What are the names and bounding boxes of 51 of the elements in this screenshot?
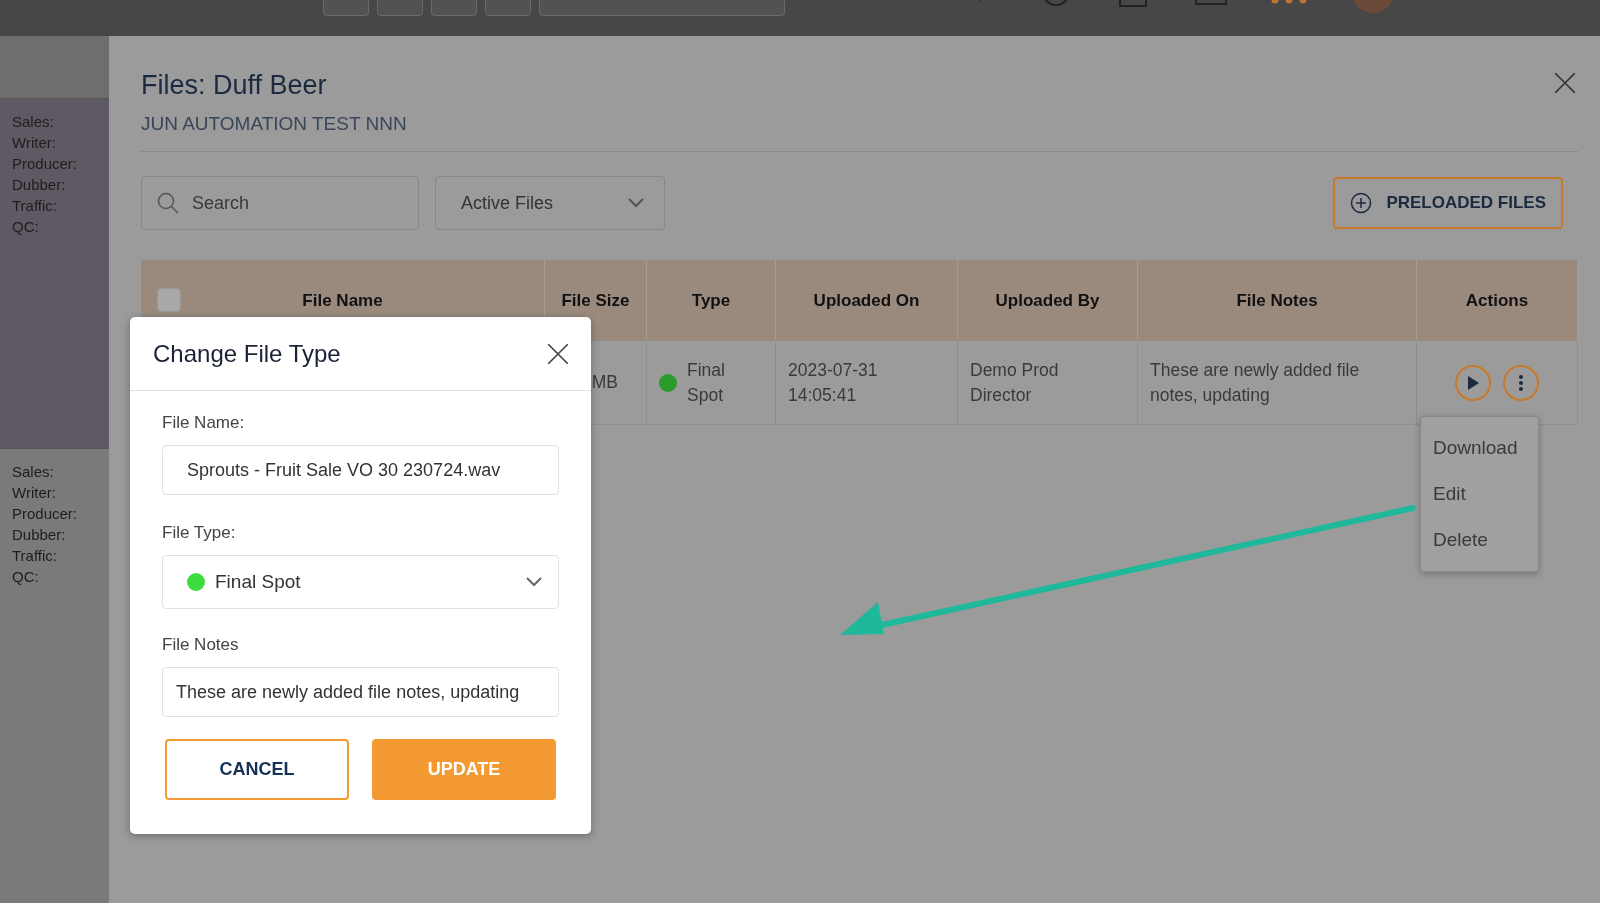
role-label: Producer: (12, 154, 79, 174)
menu-item[interactable]: Edit (1421, 471, 1538, 517)
play-icon (1466, 374, 1480, 391)
field-label: File Notes (162, 635, 240, 655)
role-label: QC: (12, 567, 40, 587)
column-header-text: File Notes (1236, 290, 1318, 311)
dialog-title: Change File Type (153, 339, 341, 368)
file-filter-dropdown[interactable]: Active Files (435, 176, 665, 230)
field-label: File Name: (162, 413, 246, 433)
text-field[interactable]: Sprouts - Fruit Sale VO 30 230724.wav (162, 445, 559, 495)
column-header-text: File Size (561, 290, 630, 311)
cancel-button[interactable]: CANCEL (165, 739, 349, 800)
role-label: QC: (12, 217, 40, 237)
file-notes-text: These are newly added file notes, updating (1150, 358, 1361, 407)
column-header-text: Actions (1465, 290, 1529, 311)
field-label: File Type: (162, 523, 237, 543)
role-label: Writer: (12, 483, 57, 503)
vertical-dots-icon (1519, 374, 1523, 391)
panel-title: Files: Duff Beer (141, 70, 328, 101)
text-field[interactable]: These are newly added file notes, updating (162, 667, 559, 717)
close-button[interactable] (1552, 70, 1578, 96)
search-icon (157, 192, 179, 214)
role-label: Writer: (12, 133, 57, 153)
role-label: Traffic: (12, 546, 58, 566)
chevron-down-icon (628, 198, 644, 208)
role-label: Producer: (12, 504, 79, 524)
column-header-text: Uploaded On (813, 290, 920, 311)
menu-item[interactable]: Delete (1421, 517, 1538, 563)
close-icon (1552, 70, 1578, 96)
plus-circle-icon (1350, 192, 1373, 214)
file-type-text: Final Spot (687, 358, 726, 407)
search-field[interactable]: Search (141, 176, 419, 230)
role-label: Traffic: (12, 196, 58, 216)
panel-subtitle: JUN AUTOMATION TEST NNN (141, 113, 407, 135)
play-button[interactable] (1455, 364, 1491, 401)
role-label: Dubber: (12, 525, 67, 545)
role-label: Dubber: (12, 175, 67, 195)
select-all-checkbox[interactable] (157, 288, 181, 312)
menu-item[interactable]: Download (1421, 425, 1538, 471)
column-header-text: File Name (302, 290, 383, 311)
column-header-text: Type (691, 290, 731, 311)
uploaded-on-text: 2023-07-31 14:05:41 (788, 358, 879, 407)
role-label: Sales: (12, 112, 55, 132)
preloaded-files-button[interactable]: PRELOADED FILES (1333, 177, 1563, 229)
file-type-select[interactable]: Final Spot (162, 555, 559, 609)
uploaded-by-text: Demo Prod Director (970, 358, 1060, 407)
role-label: Sales: (12, 462, 55, 482)
chevron-down-icon (526, 577, 542, 587)
more-options-button[interactable] (1503, 364, 1539, 401)
file-size-text: MB (591, 371, 618, 394)
column-header-text: Uploaded By (995, 290, 1100, 311)
